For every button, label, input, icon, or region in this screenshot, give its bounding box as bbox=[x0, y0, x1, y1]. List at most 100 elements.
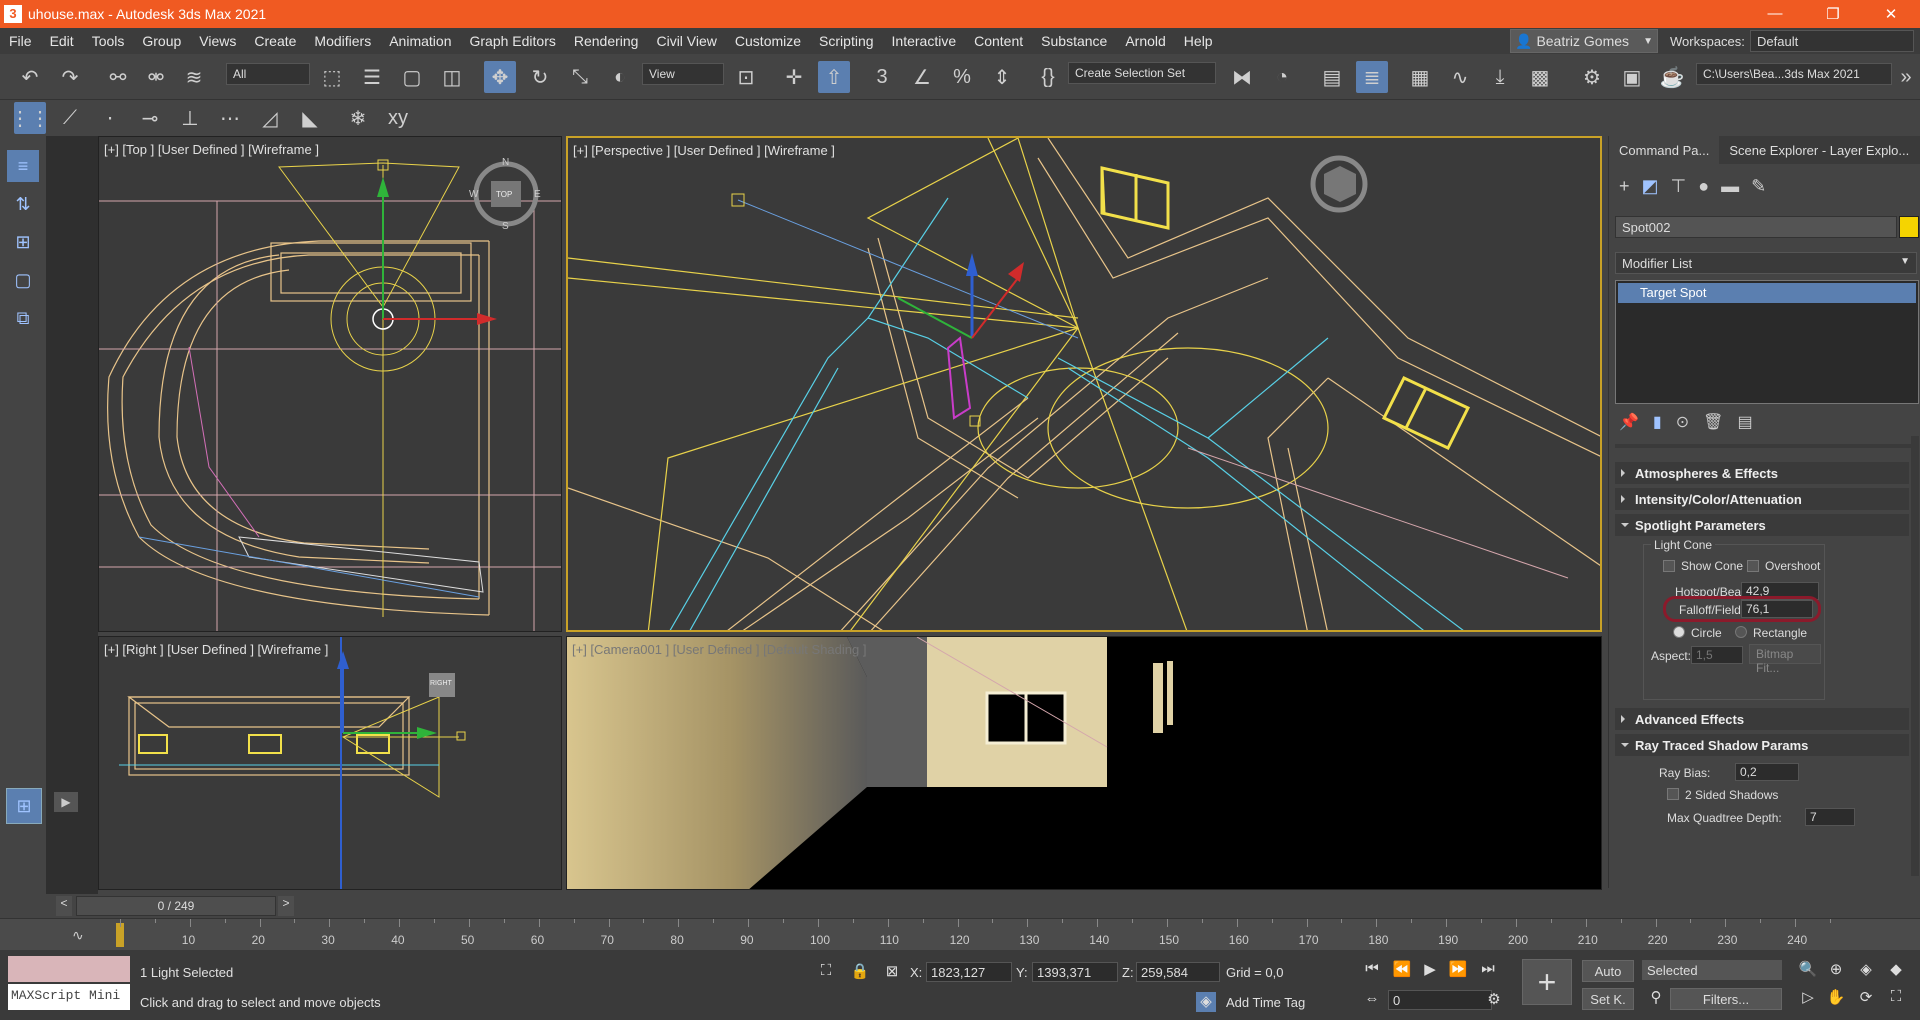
select-and-move-icon[interactable]: ✥ bbox=[484, 61, 516, 93]
project-path-select[interactable]: C:\Users\Bea...3ds Max 2021 bbox=[1696, 63, 1892, 85]
aspect-spinner[interactable]: 1,5 bbox=[1691, 646, 1743, 664]
display-tab-icon[interactable]: ▬ bbox=[1721, 176, 1739, 197]
go-to-start-icon[interactable]: ⏮ bbox=[1362, 960, 1382, 980]
menu-interactive[interactable]: Interactive bbox=[883, 33, 966, 49]
rollout-advanced-effects[interactable]: Advanced Effects bbox=[1615, 708, 1909, 730]
manipulate-icon[interactable]: ✛ bbox=[778, 61, 810, 93]
two-sided-shadows-checkbox[interactable] bbox=[1667, 788, 1679, 800]
layer-stack-icon[interactable]: ⧉ bbox=[7, 302, 39, 334]
menu-group[interactable]: Group bbox=[133, 33, 190, 49]
align-icon[interactable]: ◔ bbox=[1266, 61, 1298, 93]
viewport-right-label[interactable]: [+] [Right ] [User Defined ] [Wireframe … bbox=[104, 642, 328, 657]
viewport-layout-icon[interactable]: ⊞ bbox=[6, 788, 42, 824]
snap-midpoint-icon[interactable]: ⋯ bbox=[214, 102, 246, 134]
menu-file[interactable]: File bbox=[0, 33, 41, 49]
object-color-swatch[interactable] bbox=[1899, 216, 1919, 238]
snap-axis-constraint-icon[interactable]: xy bbox=[382, 102, 414, 134]
select-and-scale-icon[interactable]: ⤡ bbox=[564, 61, 596, 93]
scene-explorer-icon[interactable]: ▤ bbox=[1316, 61, 1348, 93]
remove-modifier-icon[interactable]: 🗑 bbox=[1703, 412, 1723, 432]
object-name-field[interactable]: Spot002 bbox=[1615, 216, 1897, 238]
menu-animation[interactable]: Animation bbox=[380, 33, 460, 49]
zoom-all-icon[interactable]: ⊕ bbox=[1826, 960, 1846, 980]
falloff-spinner[interactable]: 76,1 bbox=[1741, 600, 1813, 618]
spinner-snap-icon[interactable]: ⇕ bbox=[986, 61, 1018, 93]
motion-tab-icon[interactable]: ● bbox=[1698, 176, 1709, 197]
viewport-top[interactable]: [+] [Top ] [User Defined ] [Wireframe ] … bbox=[98, 136, 562, 632]
undo-icon[interactable]: ↶ bbox=[14, 61, 46, 93]
rendered-frame-window-icon[interactable]: ▣ bbox=[1616, 61, 1648, 93]
ray-bias-spinner[interactable]: 0,2 bbox=[1735, 763, 1799, 781]
track-bar[interactable]: ∿ 10 20 30 40 50 60 70 80 90 100 110 120 130 140 150 16… bbox=[0, 918, 1920, 950]
menu-help[interactable]: Help bbox=[1175, 33, 1222, 49]
viewport-top-label[interactable]: [+] [Top ] [User Defined ] [Wireframe ] bbox=[104, 142, 319, 157]
bind-space-warp-icon[interactable]: ≋ bbox=[178, 61, 210, 93]
workspace-select[interactable]: Default bbox=[1750, 30, 1914, 52]
menu-substance[interactable]: Substance bbox=[1032, 33, 1116, 49]
absolute-mode-icon[interactable]: ⊠ bbox=[882, 962, 902, 982]
isolate-selection-icon[interactable]: ⛶ bbox=[816, 962, 836, 982]
render-production-icon[interactable]: ☕ bbox=[1656, 61, 1688, 93]
layer-explorer-icon[interactable]: ≣ bbox=[1356, 61, 1388, 93]
time-slider-prev[interactable]: < bbox=[56, 896, 72, 916]
stack-item-target-spot[interactable]: Target Spot bbox=[1618, 283, 1916, 303]
panel-splitter[interactable] bbox=[1615, 444, 1917, 448]
tab-scene-explorer[interactable]: Scene Explorer - Layer Explo... bbox=[1719, 136, 1919, 164]
sort-layers-icon[interactable]: ⇅ bbox=[7, 188, 39, 220]
viewport-camera-label[interactable]: [+] [Camera001 ] [User Defined ] [Defaul… bbox=[572, 642, 866, 657]
configure-modifier-sets-icon[interactable]: ▤ bbox=[1737, 412, 1752, 432]
maxscript-listener[interactable] bbox=[8, 956, 130, 982]
time-slider[interactable]: 0 / 249 bbox=[76, 896, 276, 916]
mirror-icon[interactable]: ⧓ bbox=[1226, 61, 1258, 93]
play-icon[interactable]: ▶ bbox=[1420, 960, 1440, 980]
time-configuration-icon[interactable]: ⚙ bbox=[1484, 990, 1504, 1010]
snaps-toggle-icon[interactable]: 3 bbox=[866, 61, 898, 93]
time-slider-next[interactable]: > bbox=[278, 896, 294, 916]
create-tab-icon[interactable]: + bbox=[1619, 176, 1630, 197]
modifier-list-select[interactable]: Modifier List ▼ bbox=[1615, 252, 1917, 274]
viewcube-top[interactable]: TOP bbox=[496, 190, 512, 199]
snap-face-icon[interactable]: ◿ bbox=[254, 102, 286, 134]
zoom-extents-all-icon[interactable]: ◆ bbox=[1886, 960, 1906, 980]
menu-modifiers[interactable]: Modifiers bbox=[305, 33, 380, 49]
rollout-intensity-color[interactable]: Intensity/Color/Attenuation bbox=[1615, 488, 1909, 510]
pin-stack-icon[interactable]: 📌 bbox=[1619, 412, 1639, 432]
key-filters-button[interactable]: Filters... bbox=[1670, 988, 1782, 1010]
pivot-center-icon[interactable]: ⊡ bbox=[730, 61, 762, 93]
curve-editor-mini-icon[interactable]: ∿ bbox=[72, 927, 84, 944]
viewport-right[interactable]: [+] [Right ] [User Defined ] [Wireframe … bbox=[98, 636, 562, 890]
tab-command-panel[interactable]: Command Pa... bbox=[1609, 136, 1720, 164]
rollout-atmospheres-effects[interactable]: Atmospheres & Effects bbox=[1615, 462, 1909, 484]
next-frame-icon[interactable]: ⏩ bbox=[1448, 960, 1468, 980]
menu-tools[interactable]: Tools bbox=[83, 33, 134, 49]
snap-vertex-icon[interactable]: ⋅ bbox=[94, 102, 126, 134]
unlink-icon[interactable]: ⚮ bbox=[140, 61, 172, 93]
window-crossing-icon[interactable]: ◫ bbox=[436, 61, 468, 93]
time-tag-icon[interactable]: ◈ bbox=[1196, 992, 1216, 1012]
select-and-rotate-icon[interactable]: ↻ bbox=[524, 61, 556, 93]
rollout-ray-traced-shadow[interactable]: Ray Traced Shadow Params bbox=[1615, 734, 1909, 756]
bitmap-fit-button[interactable]: Bitmap Fit... bbox=[1749, 644, 1821, 675]
snap-freeze-icon[interactable]: ❄ bbox=[342, 102, 374, 134]
menu-graph-editors[interactable]: Graph Editors bbox=[460, 33, 564, 49]
selection-filter-select[interactable]: All bbox=[226, 63, 310, 85]
close-button[interactable]: ✕ bbox=[1862, 5, 1920, 23]
snap-center-face-icon[interactable]: ◣ bbox=[294, 102, 326, 134]
viewport-perspective-label[interactable]: [+] [Perspective ] [User Defined ] [Wire… bbox=[573, 143, 835, 158]
named-selection-icon[interactable]: {} bbox=[1032, 61, 1064, 93]
menu-create[interactable]: Create bbox=[245, 33, 305, 49]
menu-scripting[interactable]: Scripting bbox=[810, 33, 882, 49]
snap-pivot-icon[interactable]: ⟋ bbox=[54, 102, 86, 134]
rollout-spotlight-parameters[interactable]: Spotlight Parameters bbox=[1615, 514, 1909, 536]
maxscript-mini-input[interactable]: MAXScript Mini bbox=[8, 984, 130, 1010]
set-key-mode-button[interactable]: Set K. bbox=[1582, 988, 1634, 1010]
snap-perpendicular-icon[interactable]: ⊥ bbox=[174, 102, 206, 134]
maximize-viewport-icon[interactable]: ⛶ bbox=[1886, 988, 1906, 1008]
curve-editor-icon[interactable]: ∿ bbox=[1444, 61, 1476, 93]
user-account-dropdown[interactable]: 👤 Beatriz Gomes ▼ bbox=[1510, 29, 1658, 53]
viewcube-right[interactable]: RIGHT bbox=[430, 680, 452, 687]
layer-add-icon[interactable]: ⊞ bbox=[7, 226, 39, 258]
previous-frame-icon[interactable]: ⏪ bbox=[1392, 960, 1412, 980]
set-key-button[interactable]: + bbox=[1522, 959, 1572, 1005]
percent-snap-icon[interactable]: % bbox=[946, 61, 978, 93]
